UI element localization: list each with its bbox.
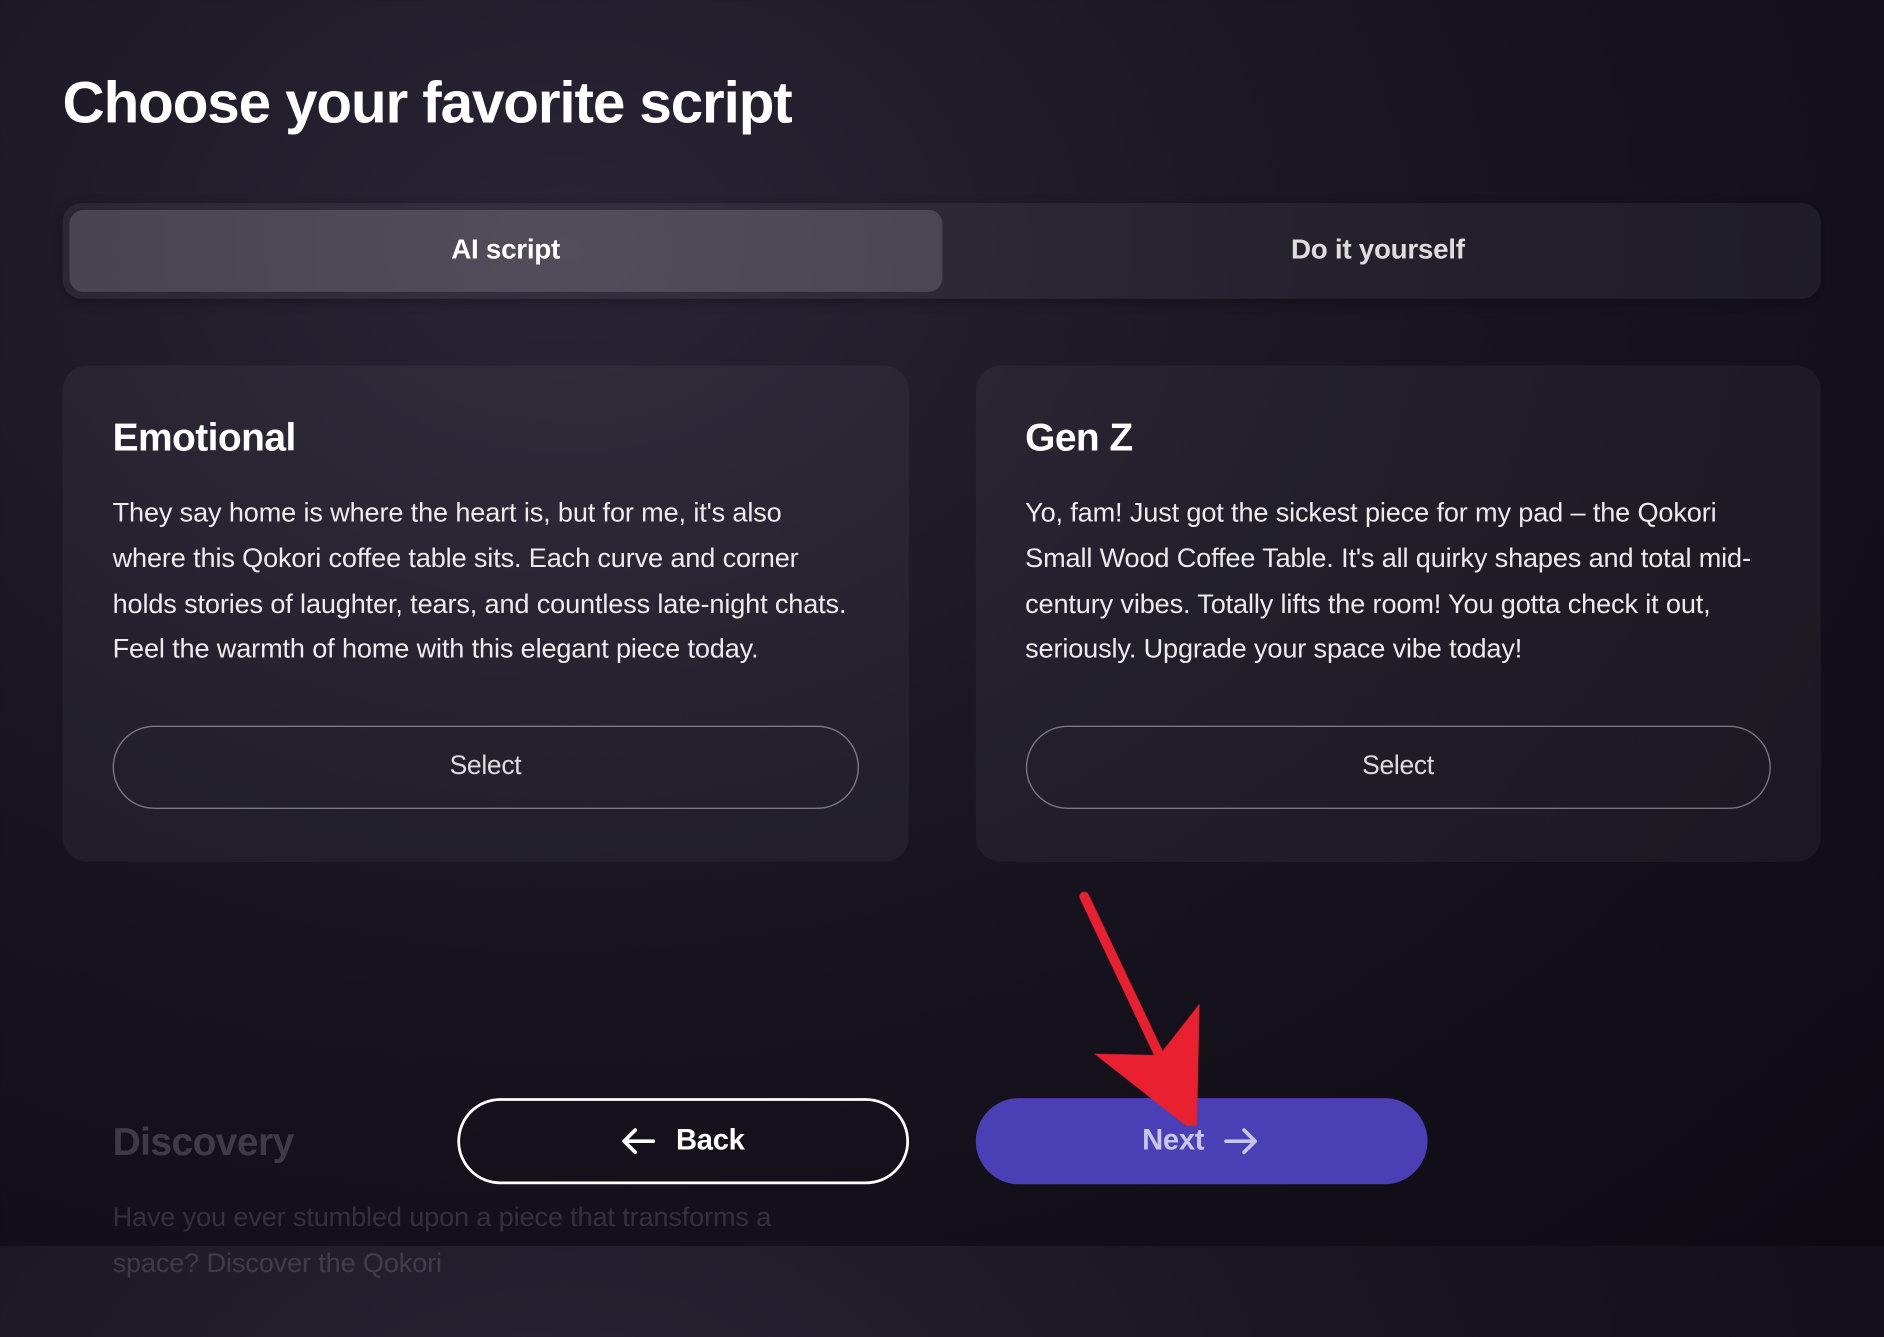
page-title: Choose your favorite script [63,70,1821,137]
card-title: Emotional [113,416,859,460]
arrow-right-icon [1224,1127,1260,1155]
next-button[interactable]: Next [975,1098,1427,1184]
footer-navigation: Back Next [63,1098,1821,1184]
tab-ai-script[interactable]: AI script [70,210,942,292]
card-body: Yo, fam! Just got the sickest piece for … [1025,491,1771,673]
tabs-container: AI script Do it yourself [63,203,1821,299]
script-card-genz: Gen Z Yo, fam! Just got the sickest piec… [975,366,1821,862]
tab-do-it-yourself[interactable]: Do it yourself [942,210,1814,292]
annotation-arrow-icon [1063,876,1216,1126]
next-button-label: Next [1142,1125,1204,1158]
select-button-genz[interactable]: Select [1025,726,1771,809]
card-body: They say home is where the heart is, but… [113,491,859,673]
script-cards-row: Emotional They say home is where the hea… [63,366,1821,862]
card-title: Gen Z [1025,416,1771,460]
back-button-label: Back [676,1125,745,1158]
card-body: Have you ever stumbled upon a piece that… [113,1195,826,1286]
script-card-emotional: Emotional They say home is where the hea… [63,366,909,862]
back-button[interactable]: Back [457,1098,909,1184]
select-button-emotional[interactable]: Select [113,726,859,809]
arrow-left-icon [620,1127,656,1155]
